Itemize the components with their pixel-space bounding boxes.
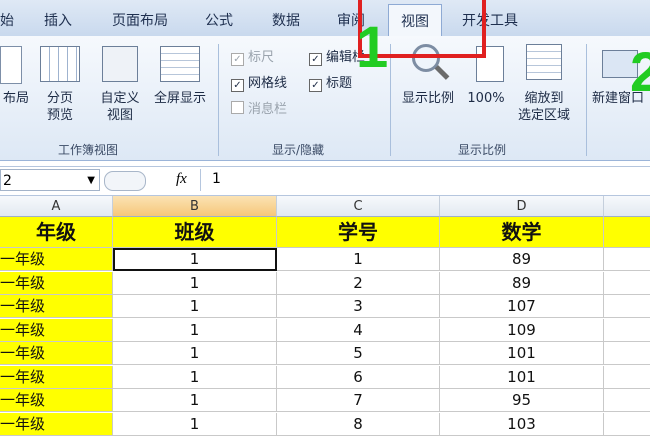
page-break-preview-icon — [40, 46, 80, 82]
zoom-100-button[interactable]: 100% — [464, 90, 508, 107]
cell-class-row-6[interactable]: 1 — [113, 365, 277, 389]
cell-student-id-row-8[interactable]: 8 — [277, 412, 440, 436]
checkbox-headings-box: ✓ — [309, 79, 322, 92]
cell-extra-row-5[interactable] — [604, 342, 650, 365]
custom-views-icon — [102, 46, 138, 82]
checkbox-ruler-box: ✓ — [231, 53, 244, 66]
zoom-to-selection-button[interactable]: 缩放到 选定区域 — [512, 90, 576, 124]
cell-math-row-6[interactable]: 101 — [440, 365, 604, 389]
header-cell-grade[interactable]: 年级 — [0, 217, 113, 248]
name-box-dropdown-icon[interactable]: ▼ — [87, 170, 95, 192]
page-layout-view-icon — [0, 46, 22, 84]
tab-start[interactable]: 始 — [0, 10, 14, 30]
ribbon-tab-bar: 始 插入 页面布局 公式 数据 审阅 视图 开发工具 — [0, 0, 650, 37]
checkbox-formula-bar-box: ✓ — [309, 53, 322, 66]
cell-class-row-5[interactable]: 1 — [113, 342, 277, 365]
cell-math-row-5[interactable]: 101 — [440, 342, 604, 365]
cell-extra-row-8[interactable] — [604, 413, 650, 436]
annotation-number-1: 1 — [356, 15, 389, 80]
cell-math-row-8[interactable]: 103 — [440, 412, 604, 436]
formula-bar: 2 ▼ fx 1 — [0, 166, 650, 196]
workbook-views-group-label: 工作簿视图 — [58, 143, 119, 157]
cell-extra-row-1[interactable] — [604, 248, 650, 271]
cell-grade-row-7[interactable]: 一年级 — [0, 389, 113, 412]
column-header-b[interactable]: B — [113, 196, 277, 217]
cell-grade-row-3[interactable]: 一年级 — [0, 295, 113, 318]
column-header-a[interactable]: A — [0, 196, 113, 217]
page-break-preview-button[interactable]: 分页 预览 — [38, 90, 82, 124]
group-separator — [218, 44, 219, 156]
cell-extra-row-3[interactable] — [604, 295, 650, 318]
zoom-to-selection-icon — [526, 44, 562, 80]
checkbox-gridlines-label: 网格线 — [248, 76, 288, 91]
cell-class-row-4[interactable]: 1 — [113, 318, 277, 342]
full-screen-icon — [160, 46, 200, 82]
annotation-number-2: 2 — [630, 40, 650, 103]
header-cell-student-id[interactable]: 学号 — [277, 217, 440, 248]
cell-extra-row-4[interactable] — [604, 319, 650, 342]
cell-math-row-1[interactable]: 89 — [440, 248, 604, 271]
name-box-value: 2 — [3, 173, 12, 189]
cell-extra-row-7[interactable] — [604, 389, 650, 412]
cell-grade-row-2[interactable]: 一年级 — [0, 271, 113, 295]
column-header-c[interactable]: C — [277, 196, 440, 217]
checkbox-message-bar[interactable]: 消息栏 — [231, 98, 287, 117]
cell-class-row-7[interactable]: 1 — [113, 389, 277, 412]
column-header-d[interactable]: D — [440, 196, 604, 217]
cell-grade-row-4[interactable]: 一年级 — [0, 318, 113, 342]
checkbox-headings[interactable]: ✓ 标题 — [309, 72, 352, 92]
column-header-e[interactable] — [604, 196, 650, 217]
page-layout-view-button[interactable]: 布局 — [0, 90, 32, 107]
tab-data[interactable]: 数据 — [272, 10, 300, 30]
cell-student-id-row-2[interactable]: 2 — [277, 271, 440, 295]
full-screen-button[interactable]: 全屏显示 — [148, 90, 212, 107]
group-separator — [390, 44, 391, 156]
cell-grade-row-6[interactable]: 一年级 — [0, 365, 113, 389]
header-cell-class[interactable]: 班级 — [113, 217, 277, 248]
cell-student-id-row-5[interactable]: 5 — [277, 342, 440, 365]
checkbox-message-bar-label: 消息栏 — [248, 102, 288, 117]
cell-student-id-row-7[interactable]: 7 — [277, 389, 440, 412]
cell-math-row-7[interactable]: 95 — [440, 389, 604, 412]
cell-class-row-3[interactable]: 1 — [113, 295, 277, 318]
checkbox-gridlines-box: ✓ — [231, 79, 244, 92]
custom-views-button[interactable]: 自定义 视图 — [96, 90, 144, 124]
cell-grade-row-8[interactable]: 一年级 — [0, 412, 113, 436]
cell-class-row-8[interactable]: 1 — [113, 412, 277, 436]
tab-formulas[interactable]: 公式 — [205, 10, 233, 30]
cell-math-row-3[interactable]: 107 — [440, 295, 604, 318]
checkbox-ruler[interactable]: ✓ 标尺 — [231, 46, 274, 66]
cell-class-row-1[interactable]: 1 — [113, 248, 277, 271]
cell-student-id-row-6[interactable]: 6 — [277, 365, 440, 389]
name-box[interactable]: 2 ▼ — [0, 169, 100, 191]
group-separator — [586, 44, 587, 156]
tab-insert[interactable]: 插入 — [44, 10, 72, 30]
cell-grade-row-1[interactable]: 一年级 — [0, 248, 113, 271]
cell-class-row-2[interactable]: 1 — [113, 271, 277, 295]
formula-bar-divider — [200, 169, 201, 191]
cell-student-id-row-1[interactable]: 1 — [277, 248, 440, 271]
cell-math-row-2[interactable]: 89 — [440, 271, 604, 295]
checkbox-gridlines[interactable]: ✓ 网格线 — [231, 72, 287, 92]
cell-math-row-4[interactable]: 109 — [440, 318, 604, 342]
fx-icon[interactable]: fx — [176, 171, 187, 188]
tab-page-layout[interactable]: 页面布局 — [112, 10, 168, 30]
cell-extra-row-6[interactable] — [604, 366, 650, 389]
cell-grade-row-5[interactable]: 一年级 — [0, 342, 113, 365]
formula-input[interactable]: 1 — [212, 171, 221, 187]
formula-bar-grip-icon[interactable] — [104, 171, 146, 191]
checkbox-ruler-label: 标尺 — [248, 50, 275, 65]
cell-student-id-row-4[interactable]: 4 — [277, 318, 440, 342]
zoom-group-label: 显示比例 — [458, 143, 507, 157]
cell-extra-row-2[interactable] — [604, 272, 650, 295]
show-hide-group-label: 显示/隐藏 — [272, 143, 325, 157]
cell-student-id-row-3[interactable]: 3 — [277, 295, 440, 318]
checkbox-message-bar-box — [231, 101, 244, 114]
checkbox-headings-label: 标题 — [326, 76, 353, 91]
header-cell-extra[interactable] — [604, 217, 650, 248]
header-cell-math[interactable]: 数学 — [440, 217, 604, 248]
zoom-button[interactable]: 显示比例 — [396, 90, 460, 107]
